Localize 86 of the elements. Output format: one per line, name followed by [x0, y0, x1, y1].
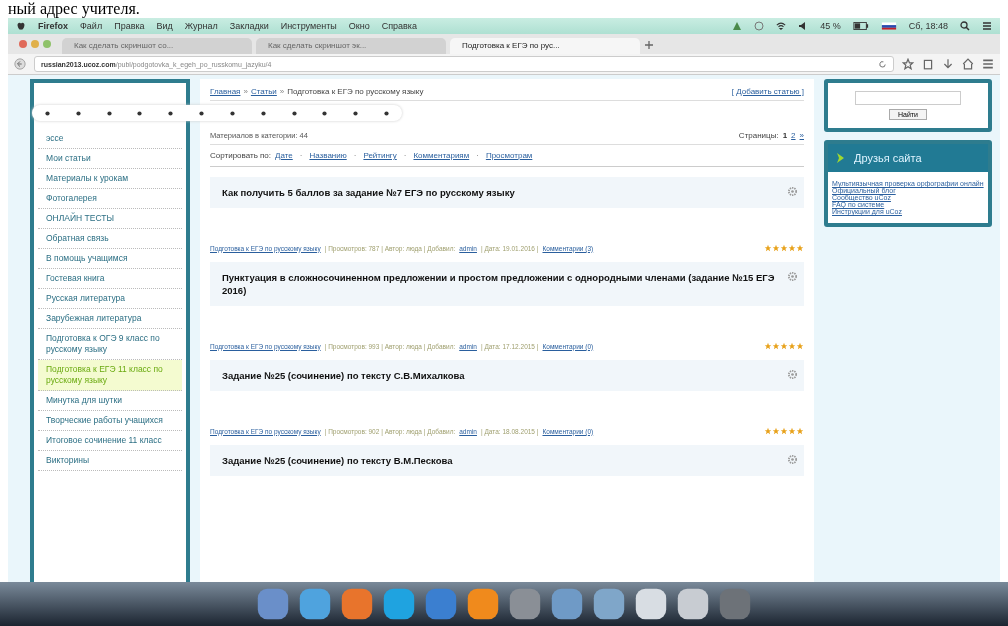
page-link[interactable]: 2 — [791, 131, 796, 140]
search-field[interactable] — [855, 91, 961, 105]
menu-app-name[interactable]: Firefox — [38, 21, 68, 31]
sort-separator: · — [476, 151, 479, 160]
menu-clock: Сб, 18:48 — [908, 21, 948, 31]
browser-tab[interactable]: Подготовка к ЕГЭ по рус... — [450, 38, 640, 54]
toolbar-dot-icon[interactable] — [43, 109, 51, 117]
menu-item[interactable]: Инструменты — [280, 21, 337, 31]
add-article-link[interactable]: [ Добавить статью ] — [731, 87, 804, 96]
sidebar-link[interactable]: Мои статьи — [38, 149, 182, 169]
sort-link[interactable]: Названию — [309, 151, 347, 160]
pages-label: Страницы: — [738, 131, 779, 140]
wifi-icon[interactable] — [776, 21, 787, 31]
page-link[interactable]: 1 — [782, 131, 788, 140]
breadcrumb-link[interactable]: Главная — [210, 87, 241, 96]
sidebar-link[interactable]: Фотогалерея — [38, 189, 182, 209]
sidebar-link[interactable]: Обратная связь — [38, 229, 182, 249]
toolbar-dot-icon[interactable] — [259, 109, 267, 117]
document-caption: ный адрес учителя. — [7, 0, 141, 18]
sidebar-link[interactable]: Творческие работы учащихся — [38, 411, 182, 431]
sort-separator: · — [353, 151, 357, 160]
triangle-icon[interactable] — [732, 21, 743, 31]
browser-tab[interactable]: Как сделать скриншот эк... — [256, 38, 446, 54]
sort-link[interactable]: Дате — [275, 151, 293, 160]
toolbar-dot-icon[interactable] — [198, 109, 206, 117]
menu-item[interactable]: Файл — [80, 21, 103, 31]
menu-item[interactable]: Окно — [348, 21, 370, 31]
home-icon[interactable] — [962, 58, 974, 70]
sidebar-link[interactable]: В помощь учащимся — [38, 249, 182, 269]
sidebar-link[interactable]: Викторины — [38, 451, 182, 471]
sort-separator: · — [403, 151, 407, 160]
toolbar-dot-icon[interactable] — [228, 109, 236, 117]
browser-tab[interactable]: Как сделать скриншот со... — [62, 38, 252, 54]
list-icon[interactable] — [982, 21, 992, 31]
menu-item[interactable]: Правка — [114, 21, 145, 31]
article-title[interactable]: Как получить 5 баллов за задание №7 ЕГЭ по русскому языку — [222, 186, 782, 199]
clipboard-icon[interactable] — [922, 58, 934, 70]
toolbar-dot-icon[interactable] — [136, 109, 144, 117]
star-icon[interactable] — [902, 58, 914, 70]
battery-percent: 45 % — [820, 21, 841, 31]
reload-icon[interactable] — [878, 59, 887, 69]
toolbar-dot-icon[interactable] — [74, 109, 82, 117]
sort-link[interactable]: Комментариям — [413, 151, 470, 160]
toolbar-dot-icon[interactable] — [321, 109, 329, 117]
sort-link[interactable]: Рейтингу — [363, 151, 397, 160]
article-title[interactable]: Задание №25 (сочинение) по тексту В.М.Пескова — [222, 454, 782, 467]
gear-icon[interactable] — [787, 186, 798, 197]
breadcrumb-separator: » — [243, 87, 248, 96]
sort-label: Сортировать по: — [210, 151, 272, 160]
download-icon[interactable] — [942, 58, 954, 70]
page-link[interactable]: » — [799, 131, 804, 140]
sidebar-link[interactable]: Русская литература — [38, 289, 182, 309]
friends-title: Друзья сайта — [854, 152, 922, 164]
toolbar-dot-icon[interactable] — [290, 109, 298, 117]
new-tab-icon[interactable] — [644, 40, 654, 50]
gear-icon[interactable] — [787, 369, 798, 380]
article-title[interactable]: Пунктуация в сложносочиненном предложении и простом предложении с однородными членами (задание №15 ЕГЭ 2016) — [222, 271, 782, 297]
sidebar-link[interactable]: ОНЛАЙН ТЕСТЫ — [38, 209, 182, 229]
toolbar-dot-icon[interactable] — [105, 109, 113, 117]
toolbar-dot-icon[interactable] — [167, 109, 175, 117]
chevron-icon — [836, 152, 846, 164]
flag-icon[interactable] — [880, 21, 897, 31]
sidebar-link[interactable]: Итоговое сочинение 11 класс — [38, 431, 182, 451]
toolbar-dot-icon[interactable] — [383, 109, 390, 117]
sidebar-link[interactable]: Материалы к урокам — [38, 169, 182, 189]
breadcrumb-link[interactable]: Подготовка к ЕГЭ по русскому языку — [287, 87, 424, 96]
breadcrumb-separator: » — [279, 87, 285, 96]
battery-icon[interactable] — [852, 21, 869, 31]
breadcrumb-link[interactable]: Статьи — [250, 87, 277, 96]
menu-item[interactable]: Справка — [381, 21, 417, 31]
sidebar-link[interactable]: Гостевая книга — [38, 269, 182, 289]
back-icon[interactable] — [14, 58, 26, 70]
menu-icon[interactable] — [982, 58, 994, 70]
sort-separator: · — [299, 151, 303, 160]
sort-link[interactable]: Просмотрам — [485, 151, 533, 160]
gear-icon[interactable] — [787, 271, 798, 282]
toolbar-dot-icon[interactable] — [352, 109, 360, 117]
gear-icon[interactable] — [787, 454, 798, 465]
article-title[interactable]: Задание №25 (сочинение) по тексту С.В.Михалкова — [222, 369, 782, 382]
search-icon[interactable] — [960, 21, 970, 31]
sidebar-link[interactable]: Зарубежная литература — [38, 309, 182, 329]
menu-item[interactable]: Вид — [156, 21, 173, 31]
menu-item[interactable]: Закладки — [229, 21, 269, 31]
sidebar-link[interactable]: эссе — [38, 129, 182, 149]
menu-item[interactable]: Журнал — [184, 21, 218, 31]
sidebar-link[interactable]: Минутка для шутки — [38, 391, 182, 411]
